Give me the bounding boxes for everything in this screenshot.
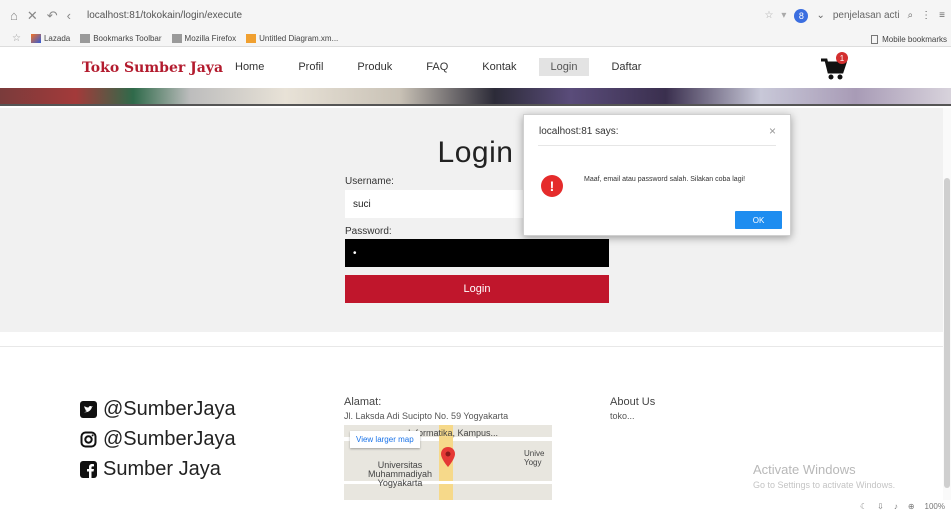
- profile-badge[interactable]: 8: [794, 8, 809, 23]
- menu-item-produk[interactable]: Produk: [345, 58, 404, 76]
- back-icon[interactable]: ‹: [67, 8, 71, 23]
- map-label: Informatika, Kampus...: [408, 428, 499, 438]
- view-larger-map-link[interactable]: View larger map: [350, 431, 420, 448]
- menu-icon[interactable]: ≡: [939, 10, 945, 21]
- sound-icon[interactable]: ♪: [894, 502, 898, 511]
- address-bar-right: ☆ ▾ 8 ⌄ penjelasan acti ⌕ ⋮ ≡: [764, 0, 945, 31]
- instagram-handle: @SumberJaya: [103, 428, 236, 450]
- night-mode-icon[interactable]: ☾: [860, 502, 867, 511]
- address-heading: Alamat:: [344, 396, 382, 408]
- download-icon[interactable]: ⇩: [877, 502, 884, 511]
- status-icons: ☾ ⇩ ♪ ⊕ 100%: [860, 502, 945, 511]
- social-twitter[interactable]: @SumberJaya: [80, 398, 236, 421]
- zoom-icon[interactable]: ⊕: [908, 502, 915, 511]
- bookmark-lazada[interactable]: Lazada: [30, 34, 70, 43]
- menu-item-home[interactable]: Home: [223, 58, 276, 76]
- map-label: Unive Yogy: [524, 449, 545, 467]
- map-label: Universitas Muhammadiyah Yogyakarta: [368, 460, 433, 488]
- mobile-icon: [871, 34, 879, 44]
- menu-item-kontak[interactable]: Kontak: [470, 58, 528, 76]
- close-icon[interactable]: ×: [769, 124, 776, 138]
- about-heading: About Us: [610, 396, 656, 408]
- lazada-icon: [30, 34, 41, 43]
- undo-icon[interactable]: ↶: [47, 8, 58, 24]
- menu-item-profil[interactable]: Profil: [286, 58, 335, 76]
- activate-windows-subtitle: Go to Settings to activate Windows.: [753, 480, 896, 490]
- star-icon[interactable]: ☆: [764, 10, 773, 21]
- scrollbar-thumb[interactable]: [944, 178, 950, 488]
- menu-item-daftar[interactable]: Daftar: [599, 58, 653, 76]
- folder-icon: [80, 34, 91, 43]
- dialog-message: Maaf, email atau password salah. Silakan…: [584, 176, 746, 183]
- dropdown-icon[interactable]: ▾: [781, 10, 786, 21]
- ok-button[interactable]: OK: [735, 211, 782, 229]
- brand-logo[interactable]: Toko Sumber Jaya: [82, 60, 223, 76]
- site-navbar: Toko Sumber Jaya Home Profil Produk FAQ …: [0, 48, 951, 88]
- footer-divider: [0, 346, 951, 347]
- kebab-icon[interactable]: ⋮: [921, 10, 931, 21]
- password-label: Password:: [345, 226, 392, 237]
- activate-windows-title: Activate Windows: [753, 462, 856, 477]
- folder-icon: [171, 34, 182, 43]
- cart-button[interactable]: 1: [820, 52, 850, 82]
- status-bar: ☾ ⇩ ♪ ⊕ 100%: [0, 500, 951, 514]
- diagram-icon: [246, 34, 257, 43]
- page-scrollbar[interactable]: [943, 108, 951, 500]
- bookmark-firefox-folder[interactable]: Mozilla Firefox: [171, 34, 236, 43]
- bookmark-toolbar-folder[interactable]: Bookmarks Toolbar: [80, 34, 162, 43]
- menu-item-faq[interactable]: FAQ: [414, 58, 460, 76]
- embedded-map[interactable]: Informatika, Kampus... View larger map U…: [344, 425, 552, 500]
- menu-item-login[interactable]: Login: [538, 58, 590, 76]
- main-menu: Home Profil Produk FAQ Kontak Login Daft…: [223, 58, 663, 76]
- twitter-icon: [80, 401, 97, 418]
- search-icon[interactable]: ⌕: [908, 10, 914, 21]
- address-text: Jl. Laksda Adi Sucipto No. 59 Yogyakarta: [344, 411, 509, 421]
- social-facebook[interactable]: Sumber Jaya: [80, 458, 221, 481]
- login-button[interactable]: Login: [345, 275, 609, 303]
- instagram-icon: [80, 431, 97, 448]
- bookmarks-bar: ☆ Lazada Bookmarks Toolbar Mozilla Firef…: [0, 31, 951, 47]
- chevron-down-icon[interactable]: ⌄: [816, 10, 824, 21]
- about-text: toko...: [610, 411, 635, 421]
- close-icon[interactable]: ✕: [27, 8, 38, 24]
- bookmark-star-icon[interactable]: ☆: [12, 33, 21, 44]
- mobile-bookmarks[interactable]: Mobile bookmarks: [871, 31, 947, 47]
- home-icon[interactable]: ⌂: [10, 8, 18, 23]
- browser-nav-controls: ⌂ ✕ ↶ ‹: [0, 8, 71, 24]
- zoom-level[interactable]: 100%: [925, 502, 945, 511]
- username-label: Username:: [345, 176, 394, 187]
- password-input[interactable]: •: [345, 239, 609, 267]
- search-text[interactable]: penjelasan acti: [833, 10, 900, 21]
- twitter-handle: @SumberJaya: [103, 398, 236, 420]
- dialog-title: localhost:81 says:: [539, 126, 619, 137]
- login-title: Login: [437, 136, 514, 169]
- social-instagram[interactable]: @SumberJaya: [80, 428, 236, 451]
- map-pin-icon: [441, 447, 455, 467]
- url-field[interactable]: localhost:81/tokokain/login/execute: [87, 10, 242, 21]
- cart-count-badge: 1: [836, 52, 848, 64]
- dialog-divider: [538, 145, 776, 146]
- bookmark-diagram[interactable]: Untitled Diagram.xm...: [246, 34, 338, 43]
- alert-dialog: localhost:81 says: × ! Maaf, email atau …: [523, 114, 791, 236]
- error-icon: !: [541, 175, 563, 197]
- facebook-name: Sumber Jaya: [103, 458, 221, 480]
- address-bar: ⌂ ✕ ↶ ‹ localhost:81/tokokain/login/exec…: [0, 0, 951, 31]
- facebook-icon: [80, 461, 97, 478]
- banner-image: [0, 88, 951, 106]
